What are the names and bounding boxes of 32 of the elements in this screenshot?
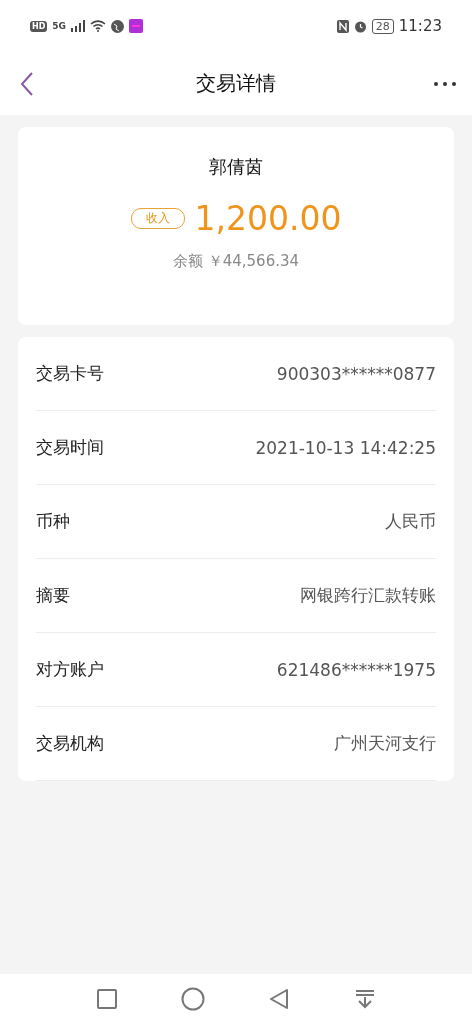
- balance-text: 余额 ￥44,566.34: [172, 252, 300, 271]
- detail-label: 交易机构: [36, 732, 104, 755]
- wifi-icon: [90, 20, 106, 32]
- back-chevron-icon: [20, 70, 34, 97]
- signal-icon: [71, 20, 85, 32]
- battery-indicator: 28: [371, 18, 394, 34]
- income-tag: 收入: [130, 208, 185, 229]
- detail-label: 摘要: [36, 584, 70, 607]
- alarm-icon: [353, 19, 367, 33]
- network-type: 5G: [52, 21, 66, 31]
- detail-value: 广州天河支行: [334, 732, 436, 755]
- nfc-icon: [336, 19, 349, 33]
- pull-down-icon: [355, 989, 375, 1009]
- hd-indicator: HD: [30, 20, 48, 32]
- detail-label: 交易时间: [36, 436, 104, 459]
- triangle-icon: [269, 988, 289, 1010]
- detail-value: 900303******0877: [276, 363, 436, 384]
- more-dots-icon: [434, 81, 456, 86]
- detail-value: 人民币: [385, 510, 436, 533]
- circle-icon: [181, 987, 205, 1011]
- detail-value: 2021-10-13 14:42:25: [255, 437, 436, 458]
- detail-label: 交易卡号: [36, 362, 104, 385]
- payer-name: 郭倩茵: [209, 155, 263, 179]
- detail-label: 对方账户: [36, 658, 104, 681]
- app-icon: [129, 19, 143, 33]
- detail-label: 币种: [36, 510, 70, 533]
- clock-time: 11:23: [398, 17, 442, 35]
- detail-value: 621486******1975: [276, 659, 436, 680]
- detail-value: 网银跨行汇款转账: [300, 584, 436, 607]
- page-title: 交易详情: [196, 70, 276, 97]
- amount: 1,200.00: [194, 199, 342, 238]
- square-icon: [97, 989, 117, 1009]
